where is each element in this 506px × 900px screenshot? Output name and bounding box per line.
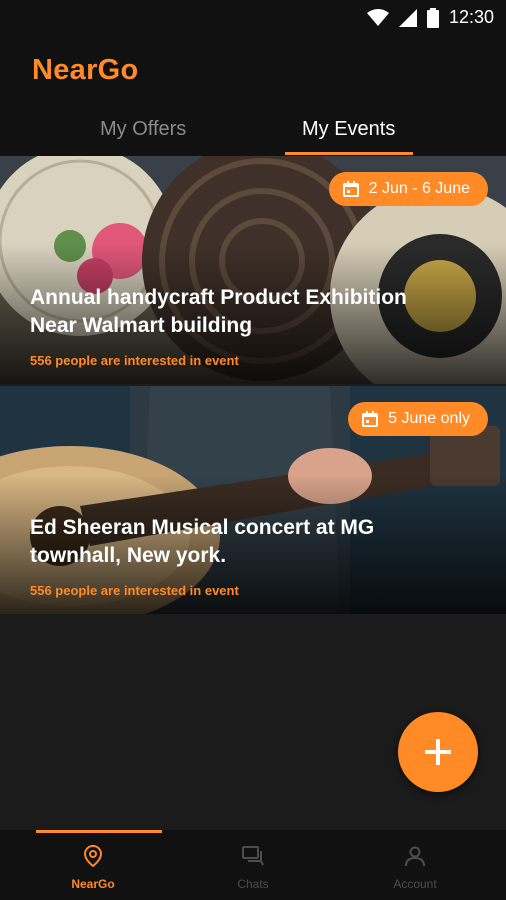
- event-card[interactable]: 2 Jun - 6 June Annual handycraft Product…: [0, 156, 506, 384]
- event-title: Ed Sheeran Musical concert at MG townhal…: [30, 514, 470, 570]
- status-bar: 12:30: [0, 0, 506, 36]
- event-interest-count: 556 people are interested in event: [30, 583, 239, 598]
- event-date: 5 June only: [388, 410, 470, 427]
- battery-icon: [426, 7, 439, 28]
- event-card[interactable]: 5 June only Ed Sheeran Musical concert a…: [0, 386, 506, 614]
- tab-my-offers[interactable]: My Offers: [100, 118, 186, 141]
- event-interest-count: 556 people are interested in event: [30, 353, 239, 368]
- tab-my-events[interactable]: My Events: [302, 118, 395, 141]
- wifi-icon: [366, 8, 389, 26]
- add-event-button[interactable]: [398, 712, 478, 792]
- status-time: 12:30: [448, 7, 494, 27]
- event-date-badge: 2 Jun - 6 June: [328, 172, 488, 206]
- nav-item-account[interactable]: Account: [335, 844, 495, 891]
- event-title-line: townhall, New york.: [30, 544, 227, 567]
- status-icons: 12:30: [366, 7, 494, 28]
- event-date-badge: 5 June only: [348, 402, 488, 436]
- tab-indicator: [285, 152, 413, 155]
- app-bar: NearGo My Offers My Events: [0, 36, 506, 156]
- person-icon: [405, 846, 425, 867]
- nav-label: Account: [393, 877, 437, 891]
- location-pin-icon: [83, 844, 103, 868]
- signal-icon: [398, 8, 417, 27]
- nav-item-neargo[interactable]: NearGo: [13, 844, 173, 891]
- nav-indicator: [36, 830, 162, 833]
- event-title-line: Ed Sheeran Musical concert at MG: [30, 516, 375, 539]
- chat-icon: [242, 846, 264, 866]
- calendar-icon: [362, 411, 379, 427]
- calendar-icon: [342, 181, 359, 197]
- event-title: Annual handycraft Product Exhibition Nea…: [30, 284, 470, 340]
- plus-icon: [425, 739, 451, 765]
- event-title-line: Annual handycraft Product Exhibition: [30, 286, 407, 309]
- nav-label: Chats: [237, 877, 269, 891]
- event-date: 2 Jun - 6 June: [368, 180, 470, 197]
- app-title: NearGo: [32, 54, 139, 86]
- nav-item-chats[interactable]: Chats: [173, 844, 333, 891]
- bottom-navigation: NearGo Chats Account: [0, 830, 506, 900]
- nav-label: NearGo: [71, 877, 115, 891]
- event-title-line: Near Walmart building: [30, 314, 253, 337]
